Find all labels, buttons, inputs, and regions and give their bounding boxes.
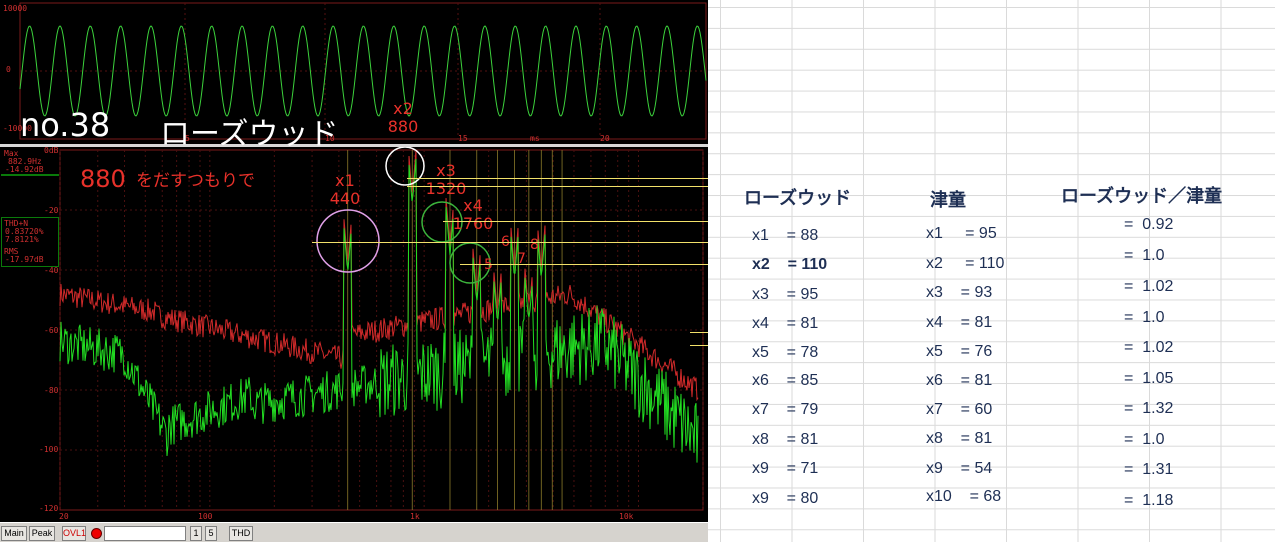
page-title: no.38 <box>20 106 111 144</box>
col2-cell[interactable]: x1 = 95 <box>926 225 997 243</box>
wave-x-unit: ms <box>530 134 540 143</box>
col2-cell[interactable]: x6 = 81 <box>926 372 992 390</box>
col1-cell[interactable]: x7 = 79 <box>752 401 818 419</box>
spectrum-analyzer-window: 10000 0 -10000 5 10 15 ms 20 0dB -20 -40… <box>0 0 708 542</box>
subtitle: ローズウッド <box>160 117 339 152</box>
ovl-indicator: OVL1 <box>62 526 86 541</box>
note-number: 880 <box>80 165 126 193</box>
col3-cell[interactable]: = 1.02 <box>1124 339 1173 357</box>
spec-y-tick: -100 <box>39 445 58 454</box>
col2-cell[interactable]: x10 = 68 <box>926 488 1001 506</box>
side-separator <box>1 174 59 176</box>
col1-cell[interactable]: x6 = 85 <box>752 372 818 390</box>
col3-cell[interactable]: = 1.05 <box>1124 370 1173 388</box>
col1-cell[interactable]: x2 = 110 <box>752 256 827 274</box>
guide-line <box>407 186 737 187</box>
spin-up-button[interactable]: 1 <box>190 526 202 541</box>
spreadsheet-area[interactable]: ローズウッド 津童 ローズウッド／津童 x1 = 88 x2 = 110 x3 = … <box>708 0 1275 542</box>
spec-y-tick: -40 <box>44 266 59 275</box>
spin-down-button[interactable]: 5 <box>205 526 217 541</box>
col1-cell[interactable]: x1 = 88 <box>752 227 818 245</box>
spec-x-tick: 20 <box>59 512 69 521</box>
spec-y-tick: -60 <box>44 326 59 335</box>
col1-cell[interactable]: x8 = 81 <box>752 431 818 449</box>
col3-cell[interactable]: = 1.31 <box>1124 461 1173 479</box>
main-button[interactable]: Main <box>1 526 27 541</box>
value-input[interactable] <box>104 526 186 541</box>
header-tsudou: 津童 <box>930 190 966 211</box>
col3-cell[interactable]: = 1.32 <box>1124 400 1173 418</box>
col1-cell[interactable]: x4 = 81 <box>752 315 818 333</box>
harmonic-label-5: 5 <box>484 257 493 273</box>
col2-cell[interactable]: x5 = 76 <box>926 343 992 361</box>
spec-y-tick: -80 <box>44 386 59 395</box>
wave-x-tick: 20 <box>600 134 610 143</box>
col2-cell[interactable]: x7 = 60 <box>926 401 992 419</box>
col1-cell[interactable]: x9 = 80 <box>752 490 818 508</box>
side-frame <box>1 217 59 267</box>
harmonic-label-7: 7 <box>517 251 526 267</box>
col3-cell[interactable]: = 0.92 <box>1124 216 1173 234</box>
harmonic-label-x1: x1 440 <box>329 171 361 208</box>
spectrum-green-trace <box>59 158 699 463</box>
col2-cell[interactable]: x8 = 81 <box>926 430 992 448</box>
col1-cell[interactable]: x3 = 95 <box>752 286 818 304</box>
harmonic-label-x2: x2 880 <box>387 99 419 136</box>
col3-cell[interactable]: = 1.0 <box>1124 309 1164 327</box>
col2-cell[interactable]: x9 = 54 <box>926 460 992 478</box>
record-icon[interactable] <box>91 528 102 539</box>
harmonic-label-8: 8 <box>530 237 539 253</box>
waveform-line <box>19 25 707 117</box>
spec-y-tick: -20 <box>44 206 59 215</box>
max-db: -14.92dB <box>5 165 44 174</box>
wave-x-tick: 15 <box>458 134 468 143</box>
peak-button[interactable]: Peak <box>29 526 55 541</box>
spec-x-tick: 10k <box>619 512 634 521</box>
header-ratio: ローズウッド／津童 <box>1061 186 1223 207</box>
spec-y-tick: -120 <box>39 504 58 513</box>
header-rosewood: ローズウッド <box>744 188 852 209</box>
col3-cell[interactable]: = 1.0 <box>1124 431 1164 449</box>
col3-cell[interactable]: = 1.18 <box>1124 492 1173 510</box>
spec-x-tick: 1k <box>410 512 420 521</box>
col1-cell[interactable]: x9 = 71 <box>752 460 818 478</box>
col3-cell[interactable]: = 1.0 <box>1124 247 1164 265</box>
wave-y-tick: 10000 <box>3 4 27 13</box>
thd-button[interactable]: THD <box>229 526 253 541</box>
col3-cell[interactable]: = 1.02 <box>1124 278 1173 296</box>
bottom-toolbar: Main Peak OVL1 1 5 THD <box>0 522 708 542</box>
col2-cell[interactable]: x4 = 81 <box>926 314 992 332</box>
x2-highlight-circle <box>385 146 425 186</box>
spec-top-label: 0dB <box>44 147 59 155</box>
harmonic-label-x4: x4 1760 <box>452 196 494 233</box>
note-text: をだすつもりで <box>136 171 255 191</box>
col2-cell[interactable]: x2 = 110 <box>926 255 1004 273</box>
wave-y-tick: 0 <box>6 65 11 74</box>
spec-x-tick: 100 <box>198 512 213 521</box>
harmonic-label-x3: x3 1320 <box>425 161 467 198</box>
col1-cell[interactable]: x5 = 78 <box>752 344 818 362</box>
col2-cell[interactable]: x3 = 93 <box>926 284 992 302</box>
